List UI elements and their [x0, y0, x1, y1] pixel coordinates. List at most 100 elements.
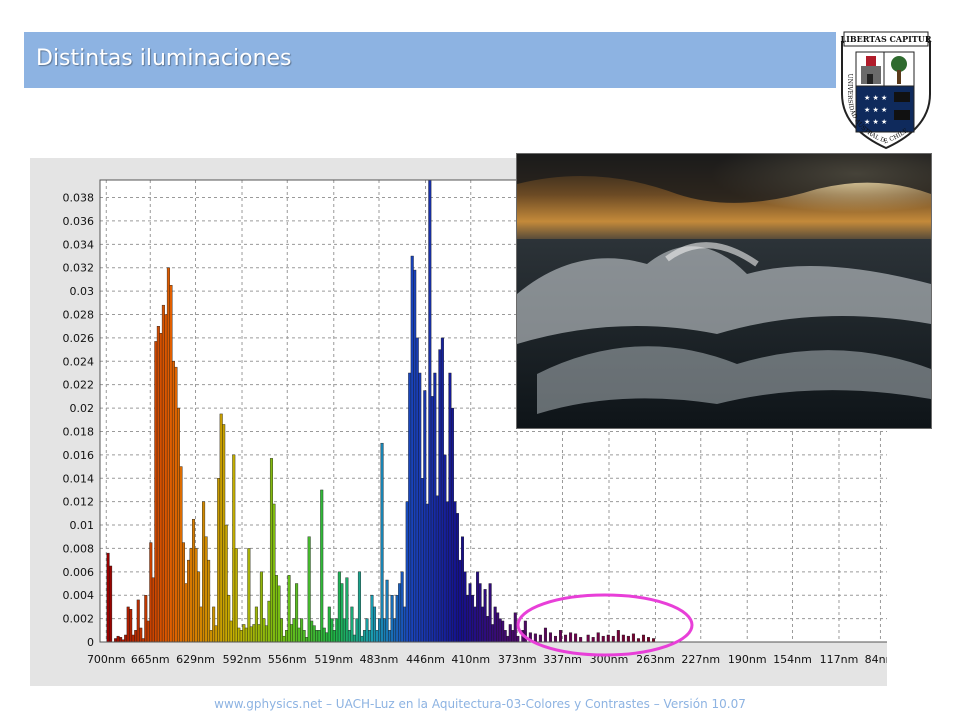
- spectrum-bar: [443, 454, 447, 643]
- spectrum-bar: [621, 634, 625, 643]
- spectrum-bar: [340, 583, 344, 643]
- spectrum-bar: [239, 630, 243, 643]
- spectrum-bar: [212, 606, 216, 643]
- spectrum-bar: [486, 616, 490, 643]
- y-tick-label: 0.036: [63, 215, 95, 228]
- y-tick-label: 0.008: [63, 542, 95, 555]
- spectrum-bar: [244, 627, 248, 643]
- slide-title: Distintas iluminaciones: [36, 46, 292, 71]
- spectrum-bar: [192, 518, 196, 643]
- spectrum-bar: [189, 548, 193, 643]
- spectrum-bar: [217, 478, 221, 643]
- spectrum-bar: [606, 634, 610, 643]
- spectrum-bar: [292, 618, 296, 643]
- spectrum-bar: [383, 618, 387, 643]
- spectrum-bar: [312, 625, 316, 643]
- spectrum-bar: [199, 606, 203, 643]
- spectrum-bar: [611, 635, 615, 643]
- spectrum-bar: [569, 632, 573, 643]
- spectrum-bar: [631, 633, 635, 643]
- x-tick-label: 629nm: [176, 653, 215, 666]
- spectrum-bar: [280, 618, 284, 643]
- spectrum-bar: [448, 372, 452, 643]
- spectrum-bar: [242, 624, 246, 643]
- spectrum-bar: [463, 571, 467, 643]
- x-tick-label: 337nm: [543, 653, 582, 666]
- spectrum-bar: [224, 524, 228, 643]
- spectrum-bar: [274, 575, 278, 643]
- spectrum-bar: [254, 606, 258, 643]
- spectrum-bar: [342, 618, 346, 643]
- spectrum-bar: [425, 503, 429, 643]
- spectrum-bar: [262, 618, 266, 643]
- spectrum-bar: [320, 489, 324, 643]
- y-tick-label: 0.032: [63, 262, 95, 275]
- spectrum-bar: [398, 583, 402, 643]
- spectrum-bar: [124, 634, 128, 643]
- spectrum-bar: [350, 606, 354, 643]
- spectrum-bar: [202, 501, 206, 643]
- spectrum-bar: [360, 635, 364, 643]
- spectrum-bar: [247, 548, 251, 643]
- spectrum-bar: [352, 634, 356, 643]
- spectrum-bar: [498, 618, 502, 643]
- spectrum-bar: [641, 634, 645, 643]
- spectrum-bar: [413, 269, 417, 643]
- spectrum-bar: [176, 407, 180, 643]
- spectrum-bar: [257, 624, 261, 643]
- spectrum-bar: [428, 179, 432, 643]
- spectrum-bar: [579, 637, 583, 643]
- spectrum-bar: [259, 571, 263, 643]
- spectrum-bar: [179, 466, 183, 643]
- spectrum-bar: [471, 595, 475, 643]
- spectrum-bar: [511, 630, 515, 643]
- y-tick-label: 0.022: [63, 379, 95, 392]
- spectrum-bar: [455, 513, 459, 643]
- spectrum-bar: [596, 632, 600, 643]
- spectrum-bar: [307, 536, 311, 643]
- spectrum-bar: [144, 595, 148, 643]
- spectrum-bar: [194, 548, 198, 643]
- x-tick-label: 410nm: [451, 653, 490, 666]
- spectrum-bar: [652, 638, 656, 643]
- spectrum-bar: [234, 548, 238, 643]
- x-axis-ticks: 700nm 665nm 629nm 592nm 556nm 519nm 483nm 446nm…: [87, 653, 896, 666]
- spectrum-bar: [219, 413, 223, 643]
- spectrum-bar: [408, 372, 412, 643]
- spectrum-bar: [430, 396, 434, 643]
- spectrum-bar: [207, 559, 211, 643]
- spectrum-bar: [317, 630, 321, 643]
- spectrum-bar: [119, 637, 123, 643]
- x-tick-label: 700nm: [87, 653, 126, 666]
- spectrum-bar: [450, 407, 454, 643]
- x-tick-label: 665nm: [131, 653, 170, 666]
- spectrum-bar: [305, 637, 309, 643]
- title-bar: Distintas iluminaciones: [24, 32, 836, 88]
- spectrum-bar: [300, 618, 304, 643]
- spectrum-bar: [468, 583, 472, 643]
- x-tick-label: 373nm: [498, 653, 537, 666]
- spectrum-bar: [388, 630, 392, 643]
- spectrum-bar: [380, 442, 384, 643]
- spectrum-bar: [501, 620, 505, 643]
- y-tick-label: 0.038: [63, 192, 95, 205]
- x-tick-label: 556nm: [268, 653, 307, 666]
- spectrum-bar: [272, 503, 276, 643]
- spectrum-bar: [159, 333, 163, 643]
- x-tick-label: 446nm: [406, 653, 445, 666]
- x-tick-label: 84nm: [865, 653, 887, 666]
- spectrum-bar: [458, 559, 462, 643]
- spectrum-bar: [378, 618, 382, 643]
- svg-text:★ ★ ★: ★ ★ ★: [864, 94, 887, 102]
- spectrum-bar: [214, 625, 218, 643]
- y-tick-label: 0: [87, 636, 94, 649]
- spectrum-bar: [310, 620, 314, 643]
- y-tick-label: 0.002: [63, 613, 95, 626]
- spectrum-bar: [370, 595, 374, 643]
- spectrum-bar: [357, 571, 361, 643]
- spectrum-bar: [393, 618, 397, 643]
- spectrum-bar: [481, 606, 485, 643]
- crest-banner-text: LIBERTAS CAPITUR: [841, 34, 932, 44]
- spectrum-bar: [106, 552, 110, 643]
- spectrum-bar: [282, 635, 286, 643]
